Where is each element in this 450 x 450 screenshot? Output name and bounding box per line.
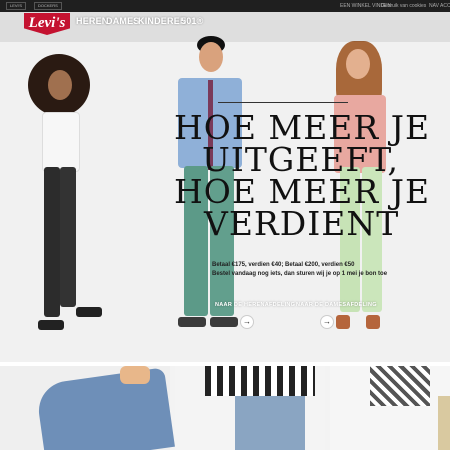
- product-tile-1[interactable]: [0, 366, 175, 450]
- cta-women-link[interactable]: NAAR DE DAMESAFDELING: [296, 302, 377, 308]
- nav-item-kinderen[interactable]: KINDEREN: [138, 16, 187, 26]
- arrow-right-icon[interactable]: →: [240, 315, 254, 329]
- brand-link-levis[interactable]: LEVI'S: [6, 2, 27, 10]
- levis-logo[interactable]: Levi's: [24, 13, 70, 35]
- arrow-right-icon[interactable]: →: [320, 315, 334, 329]
- brand-link-dockers[interactable]: DOCKERS: [34, 2, 62, 10]
- main-nav: Levi's HEREN DAMES KINDEREN 501®: [0, 12, 450, 42]
- nav-item-dames[interactable]: DAMES: [106, 16, 140, 26]
- utility-bar: LEVI'S DOCKERS EEN WINKEL VINDEN Gebruik…: [0, 0, 450, 12]
- cta-men-link[interactable]: NAAR DE HERENAFDELING: [215, 302, 295, 308]
- model-woman-left: [20, 42, 120, 362]
- hero-headline: HOE MEER JE UITGEEFT, HOE MEER JE VERDIE…: [174, 111, 434, 243]
- product-tile-2[interactable]: [175, 366, 325, 450]
- account-link[interactable]: NAV ACCOUNT: [429, 2, 450, 10]
- product-tile-3[interactable]: [330, 366, 450, 450]
- product-strip: [0, 366, 450, 450]
- headline-line-4: VERDIENT: [204, 204, 400, 243]
- instruction-text: Bestel vandaag nog iets, dan sturen wij …: [212, 271, 388, 277]
- nav-item-501[interactable]: 501®: [181, 16, 203, 26]
- cookie-link[interactable]: Gebruik van cookies: [381, 2, 426, 10]
- nav-item-heren[interactable]: HEREN: [76, 16, 109, 26]
- offer-text: Betaal €175, verdien €40; Betaal €200, v…: [212, 262, 355, 268]
- hero-banner: Levi's HEREN DAMES KINDEREN 501® HOE MEE…: [0, 12, 450, 362]
- headline-rule: [218, 102, 348, 103]
